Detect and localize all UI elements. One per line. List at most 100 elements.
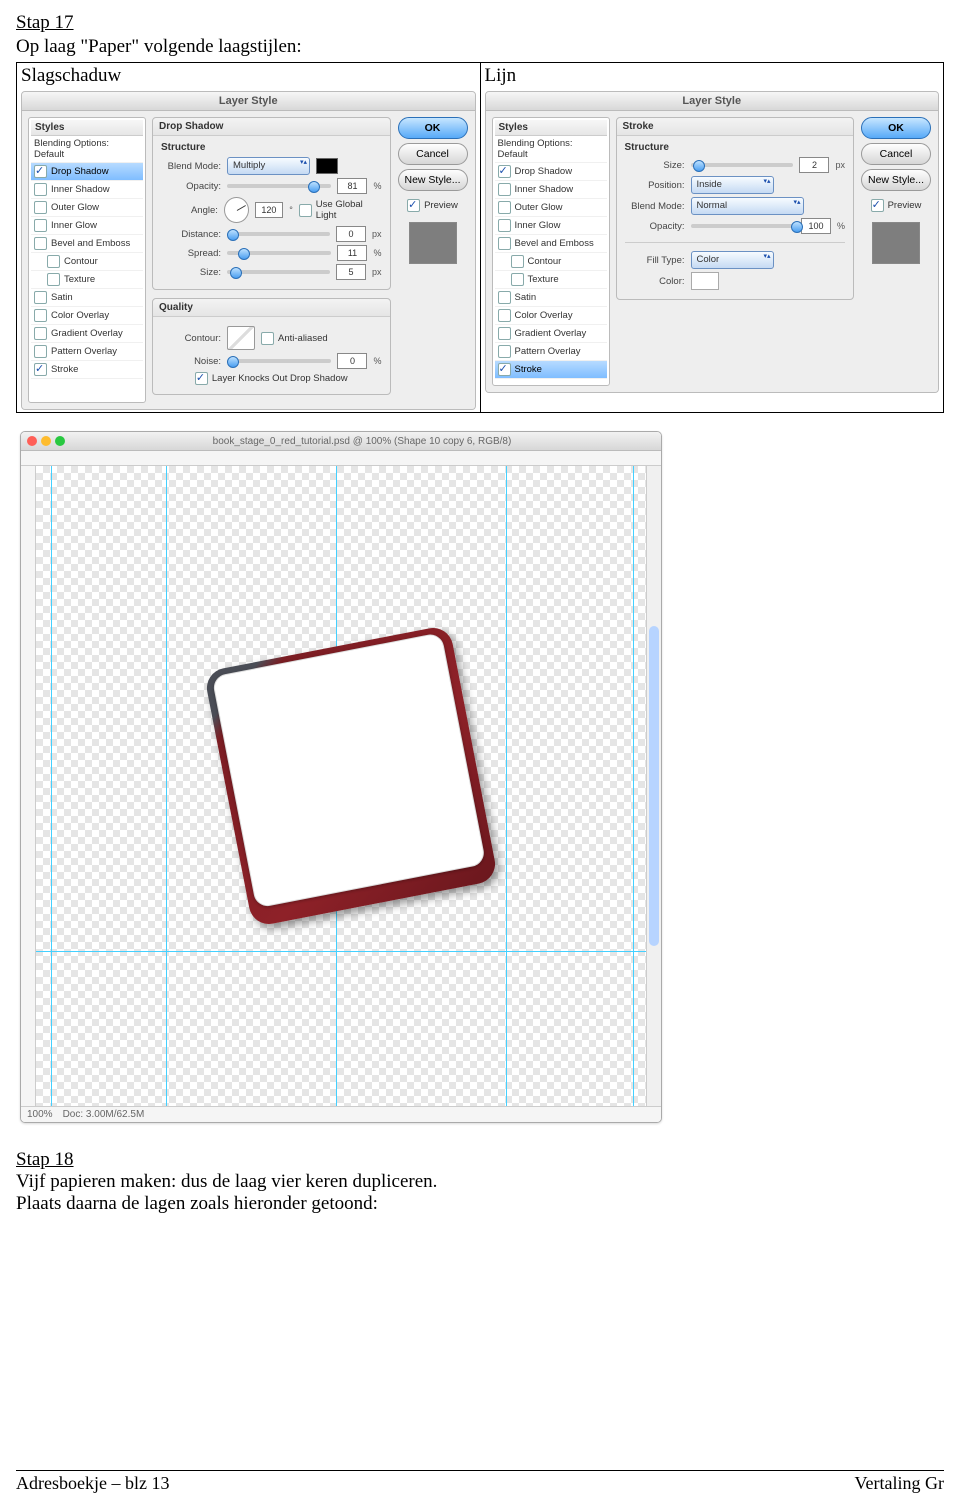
noise-value[interactable]: 0 <box>337 353 367 369</box>
ok-button[interactable]: OK <box>398 117 468 139</box>
style-satin[interactable]: Satin <box>495 289 607 307</box>
guide[interactable] <box>633 466 634 1106</box>
ruler-vertical[interactable] <box>21 466 36 1106</box>
checkbox-icon[interactable] <box>34 219 47 232</box>
style-inner-shadow[interactable]: Inner Shadow <box>495 181 607 199</box>
opacity-value[interactable]: 81 <box>337 178 367 194</box>
checkbox-icon[interactable] <box>498 183 511 196</box>
knockout-label[interactable]: Layer Knocks Out Drop Shadow <box>212 373 348 384</box>
size-value[interactable]: 2 <box>799 157 829 173</box>
guide[interactable] <box>36 951 646 952</box>
opacity-slider[interactable] <box>691 224 795 228</box>
zoom-level[interactable]: 100% <box>27 1109 53 1120</box>
guide[interactable] <box>506 466 507 1106</box>
checkbox-icon[interactable] <box>34 309 47 322</box>
style-inner-glow[interactable]: Inner Glow <box>495 217 607 235</box>
style-bevel[interactable]: Bevel and Emboss <box>31 235 143 253</box>
checkbox-icon[interactable] <box>511 273 524 286</box>
size-slider[interactable] <box>691 163 794 167</box>
style-contour[interactable]: Contour <box>31 253 143 271</box>
guide[interactable] <box>166 466 167 1106</box>
checkbox-icon[interactable] <box>498 363 511 376</box>
checkbox-icon[interactable] <box>498 219 511 232</box>
contour-picker[interactable] <box>227 326 255 350</box>
style-gradient-overlay[interactable]: Gradient Overlay <box>31 325 143 343</box>
cancel-button[interactable]: Cancel <box>861 143 931 165</box>
style-inner-glow[interactable]: Inner Glow <box>31 217 143 235</box>
checkbox-icon[interactable] <box>498 345 511 358</box>
blendmode-select[interactable]: Normal <box>691 197 804 215</box>
checkbox-icon[interactable] <box>407 199 420 212</box>
noise-slider[interactable] <box>227 359 331 363</box>
canvas[interactable] <box>36 466 646 1106</box>
distance-value[interactable]: 0 <box>336 226 366 242</box>
style-bevel[interactable]: Bevel and Emboss <box>495 235 607 253</box>
checkbox-icon[interactable] <box>34 201 47 214</box>
guide[interactable] <box>51 466 52 1106</box>
blending-options[interactable]: Blending Options: Default <box>495 136 607 163</box>
checkbox-icon[interactable] <box>498 237 511 250</box>
checkbox-icon[interactable] <box>498 291 511 304</box>
style-inner-shadow[interactable]: Inner Shadow <box>31 181 143 199</box>
opacity-value[interactable]: 100 <box>801 218 831 234</box>
style-outer-glow[interactable]: Outer Glow <box>31 199 143 217</box>
blendmode-select[interactable]: Multiply <box>227 157 310 175</box>
checkbox-icon[interactable] <box>299 204 312 217</box>
style-drop-shadow[interactable]: Drop Shadow <box>31 163 143 181</box>
size-slider[interactable] <box>227 270 330 274</box>
checkbox-icon[interactable] <box>34 345 47 358</box>
style-stroke[interactable]: Stroke <box>495 361 607 379</box>
checkbox-icon[interactable] <box>47 255 60 268</box>
style-color-overlay[interactable]: Color Overlay <box>31 307 143 325</box>
position-select[interactable]: Inside <box>691 176 774 194</box>
zoom-icon[interactable] <box>55 436 65 446</box>
filltype-select[interactable]: Color <box>691 251 774 269</box>
ok-button[interactable]: OK <box>861 117 931 139</box>
style-gradient-overlay[interactable]: Gradient Overlay <box>495 325 607 343</box>
preview-label[interactable]: Preview <box>424 200 458 211</box>
checkbox-icon[interactable] <box>34 327 47 340</box>
spread-value[interactable]: 11 <box>337 245 367 261</box>
style-stroke[interactable]: Stroke <box>31 361 143 379</box>
newstyle-button[interactable]: New Style... <box>861 169 931 191</box>
style-texture[interactable]: Texture <box>495 271 607 289</box>
style-texture[interactable]: Texture <box>31 271 143 289</box>
opacity-slider[interactable] <box>227 184 331 188</box>
checkbox-icon[interactable] <box>47 273 60 286</box>
cancel-button[interactable]: Cancel <box>398 143 468 165</box>
angle-value[interactable]: 120 <box>255 202 284 218</box>
checkbox-icon[interactable] <box>34 363 47 376</box>
style-color-overlay[interactable]: Color Overlay <box>495 307 607 325</box>
close-icon[interactable] <box>27 436 37 446</box>
checkbox-icon[interactable] <box>498 165 511 178</box>
spread-slider[interactable] <box>227 251 331 255</box>
checkbox-icon[interactable] <box>34 291 47 304</box>
style-pattern-overlay[interactable]: Pattern Overlay <box>31 343 143 361</box>
angle-dial[interactable] <box>224 197 249 223</box>
blending-options[interactable]: Blending Options: Default <box>31 136 143 163</box>
checkbox-icon[interactable] <box>511 255 524 268</box>
checkbox-icon[interactable] <box>34 165 47 178</box>
checkbox-icon[interactable] <box>34 183 47 196</box>
minimize-icon[interactable] <box>41 436 51 446</box>
use-global-light[interactable]: Use Global Light <box>316 199 382 221</box>
scrollbar-vertical[interactable] <box>646 466 661 1106</box>
checkbox-icon[interactable] <box>498 309 511 322</box>
style-contour[interactable]: Contour <box>495 253 607 271</box>
style-pattern-overlay[interactable]: Pattern Overlay <box>495 343 607 361</box>
stroke-color-swatch[interactable] <box>691 272 719 290</box>
checkbox-icon[interactable] <box>498 327 511 340</box>
distance-slider[interactable] <box>227 232 330 236</box>
preview-label[interactable]: Preview <box>888 200 922 211</box>
antialiased-label[interactable]: Anti-aliased <box>278 333 328 344</box>
shadow-color-swatch[interactable] <box>316 158 338 174</box>
style-drop-shadow[interactable]: Drop Shadow <box>495 163 607 181</box>
style-outer-glow[interactable]: Outer Glow <box>495 199 607 217</box>
checkbox-icon[interactable] <box>498 201 511 214</box>
size-value[interactable]: 5 <box>336 264 366 280</box>
checkbox-icon[interactable] <box>261 332 274 345</box>
checkbox-icon[interactable] <box>34 237 47 250</box>
style-satin[interactable]: Satin <box>31 289 143 307</box>
ruler-horizontal[interactable] <box>21 451 661 466</box>
checkbox-icon[interactable] <box>195 372 208 385</box>
